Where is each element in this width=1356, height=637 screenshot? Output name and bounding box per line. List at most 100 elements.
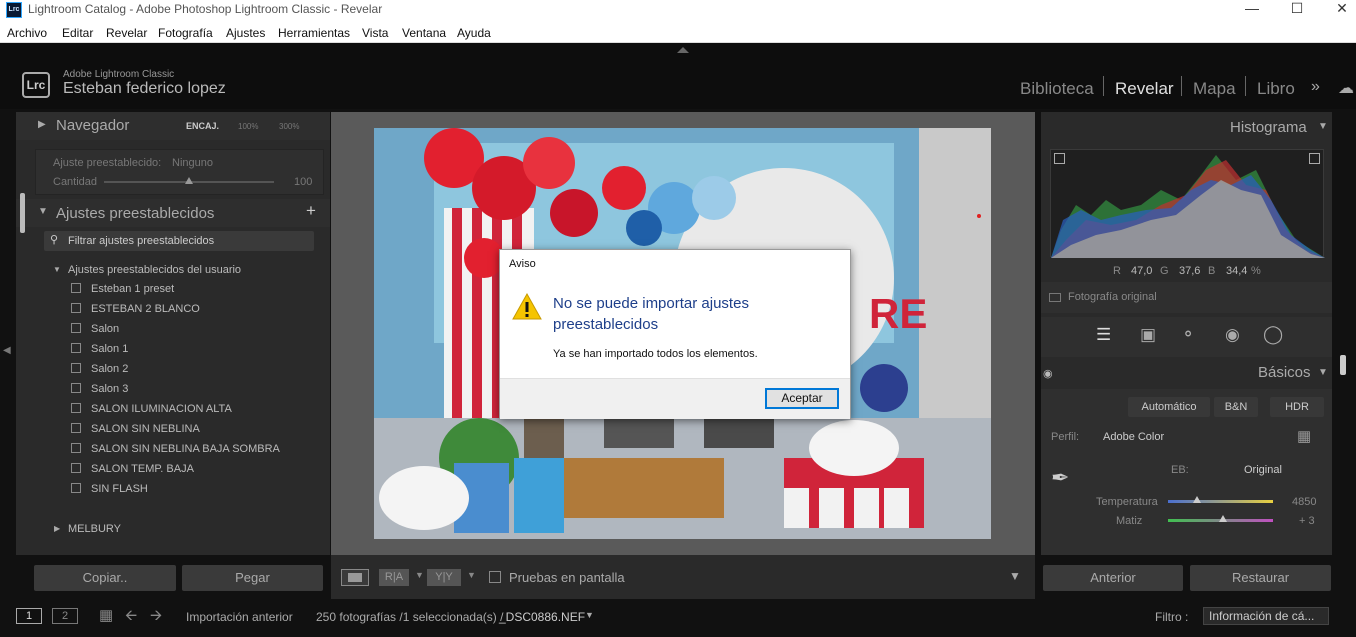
tint-label: Matiz (1116, 515, 1143, 527)
collapse-left-icon[interactable]: ◀ (3, 345, 11, 356)
preset-filter-input[interactable]: ⚲ Filtrar ajustes preestablecidos (44, 231, 314, 251)
search-icon: ⚲ (50, 234, 59, 246)
file-name[interactable]: _DSC0886.NEF (499, 610, 585, 624)
source-label[interactable]: Importación anterior (186, 610, 293, 624)
module-biblioteca[interactable]: Biblioteca (1020, 79, 1094, 99)
previous-button[interactable]: Anterior (1043, 565, 1183, 591)
edit-sliders-icon[interactable]: ☰ (1096, 325, 1111, 345)
tint-thumb[interactable] (1218, 515, 1227, 522)
temperature-slider[interactable] (1168, 500, 1273, 503)
tool-strip: ☰ ▣ ⚬ ◉ ◯ (1041, 317, 1332, 357)
profile-browser-icon[interactable]: ▦ (1297, 427, 1311, 445)
before-after-button[interactable]: R|A (379, 569, 409, 586)
red-eye-icon[interactable]: ◉ (1225, 325, 1240, 345)
white-balance-picker-icon[interactable]: ✒ (1051, 465, 1069, 491)
filter-label: Filtro : (1155, 610, 1189, 624)
close-icon[interactable]: ✕ (1320, 0, 1356, 18)
preset-group-user[interactable]: Ajustes preestablecidos del usuario (68, 264, 241, 276)
masking-icon[interactable]: ◯ (1263, 324, 1283, 345)
right-panel: Histograma ▼ R 47,0 G 37,6 B 34,4 % Foto… (1041, 112, 1332, 555)
menu-vista[interactable]: Vista (362, 26, 388, 40)
preset-item[interactable]: Salon 3 (71, 383, 128, 395)
back-arrow-icon[interactable]: 🡨 (125, 605, 137, 630)
left-scrollbar[interactable] (20, 193, 25, 233)
zoom-300[interactable]: 300% (279, 122, 299, 131)
maximize-icon[interactable]: ☐ (1275, 0, 1319, 18)
add-preset-icon[interactable]: + (306, 201, 316, 221)
dialog-footer: Aceptar (500, 378, 850, 419)
menu-herramientas[interactable]: Herramientas (278, 26, 350, 40)
paste-button[interactable]: Pegar (182, 565, 323, 591)
window-2-button[interactable]: 2 (52, 608, 78, 624)
cloud-icon[interactable]: ☁ (1338, 78, 1354, 98)
preset-item[interactable]: SALON SIN NEBLINA BAJA SOMBRA (71, 443, 280, 455)
more-modules-icon[interactable]: » (1311, 78, 1320, 96)
forward-arrow-icon[interactable]: 🡪 (150, 605, 162, 630)
menu-ventana[interactable]: Ventana (402, 26, 446, 40)
shadow-clipping-icon[interactable] (1054, 153, 1065, 164)
hdr-button[interactable]: HDR (1270, 397, 1324, 417)
right-scrollbar[interactable] (1340, 355, 1346, 375)
group-collapsed-icon[interactable]: ▶ (54, 524, 60, 533)
zoom-fit[interactable]: ENCAJ. (186, 121, 219, 131)
minimize-icon[interactable]: — (1230, 0, 1274, 18)
preset-item[interactable]: SALON SIN NEBLINA (71, 423, 200, 435)
group-expand-icon[interactable]: ▼ (53, 265, 61, 274)
module-separator (1245, 76, 1246, 96)
compare-view-button[interactable]: Y|Y (427, 569, 461, 586)
presets-header[interactable]: ▼ Ajustes preestablecidos + (16, 199, 330, 227)
profile-select[interactable]: Adobe Color (1103, 431, 1164, 443)
zoom-100[interactable]: 100% (238, 122, 258, 131)
product-name: Adobe Lightroom Classic (63, 69, 175, 80)
visibility-eye-icon[interactable]: ◉ (1043, 367, 1053, 380)
soft-proof-checkbox[interactable] (489, 571, 501, 583)
menu-editar[interactable]: Editar (62, 26, 93, 40)
reset-button[interactable]: Restaurar (1190, 565, 1331, 591)
dropdown-arrow-icon[interactable]: ▼ (415, 570, 424, 580)
grid-view-icon[interactable]: ▦ (99, 606, 113, 624)
preset-item[interactable]: SIN FLASH (71, 483, 148, 495)
menu-archivo[interactable]: Archivo (7, 26, 47, 40)
preset-item[interactable]: Salon 1 (71, 343, 128, 355)
preset-item[interactable]: SALON ILUMINACION ALTA (71, 403, 232, 415)
loupe-view-button[interactable] (341, 569, 369, 586)
preset-item[interactable]: Salon 2 (71, 363, 128, 375)
toolbar-menu-icon[interactable]: ▼ (1009, 569, 1021, 583)
dropdown-arrow-icon[interactable]: ▼ (585, 610, 594, 620)
menu-ajustes[interactable]: Ajustes (226, 26, 265, 40)
navigator-header[interactable]: ▶ Navegador ENCAJ. 100% 300% (16, 112, 330, 140)
menu-ayuda[interactable]: Ayuda (457, 26, 491, 40)
menu-revelar[interactable]: Revelar (106, 26, 147, 40)
collapse-triangle-icon[interactable]: ▼ (1318, 367, 1328, 378)
preset-item[interactable]: Esteban 1 preset (71, 283, 174, 295)
collapse-top-icon[interactable] (677, 47, 689, 53)
photo-count: 250 fotografías /1 seleccionada(s) / (316, 610, 504, 624)
preset-item[interactable]: ESTEBAN 2 BLANCO (71, 303, 200, 315)
module-revelar[interactable]: Revelar (1115, 79, 1174, 99)
histogram-chart[interactable] (1050, 149, 1325, 258)
amount-slider-thumb[interactable] (185, 177, 193, 184)
collapse-triangle-icon[interactable]: ▼ (1318, 121, 1328, 132)
original-photo-icon[interactable] (1049, 293, 1061, 302)
module-mapa[interactable]: Mapa (1193, 79, 1236, 99)
dropdown-arrow-icon[interactable]: ▼ (467, 570, 476, 580)
wb-select[interactable]: Original (1244, 464, 1282, 476)
window-1-button[interactable]: 1 (16, 608, 42, 624)
copy-button[interactable]: Copiar.. (34, 565, 176, 591)
preset-item[interactable]: SALON TEMP. BAJA (71, 463, 194, 475)
accept-button[interactable]: Aceptar (765, 388, 839, 409)
warning-icon (512, 293, 542, 320)
preset-group-melbury[interactable]: MELBURY (68, 523, 121, 535)
auto-button[interactable]: Automático (1128, 397, 1210, 417)
preset-item[interactable]: Salon (71, 323, 119, 335)
healing-icon[interactable]: ⚬ (1181, 325, 1195, 345)
bw-button[interactable]: B&N (1214, 397, 1258, 417)
profile-label: Perfil: (1051, 431, 1080, 443)
module-libro[interactable]: Libro (1257, 79, 1295, 99)
temperature-thumb[interactable] (1193, 496, 1202, 503)
menu-bar: Archivo Editar Revelar Fotografía Ajuste… (0, 22, 1356, 43)
filter-select[interactable]: Información de cá... (1203, 607, 1329, 625)
crop-icon[interactable]: ▣ (1140, 325, 1156, 345)
highlight-clipping-icon[interactable] (1309, 153, 1320, 164)
menu-fotografia[interactable]: Fotografía (158, 26, 213, 40)
